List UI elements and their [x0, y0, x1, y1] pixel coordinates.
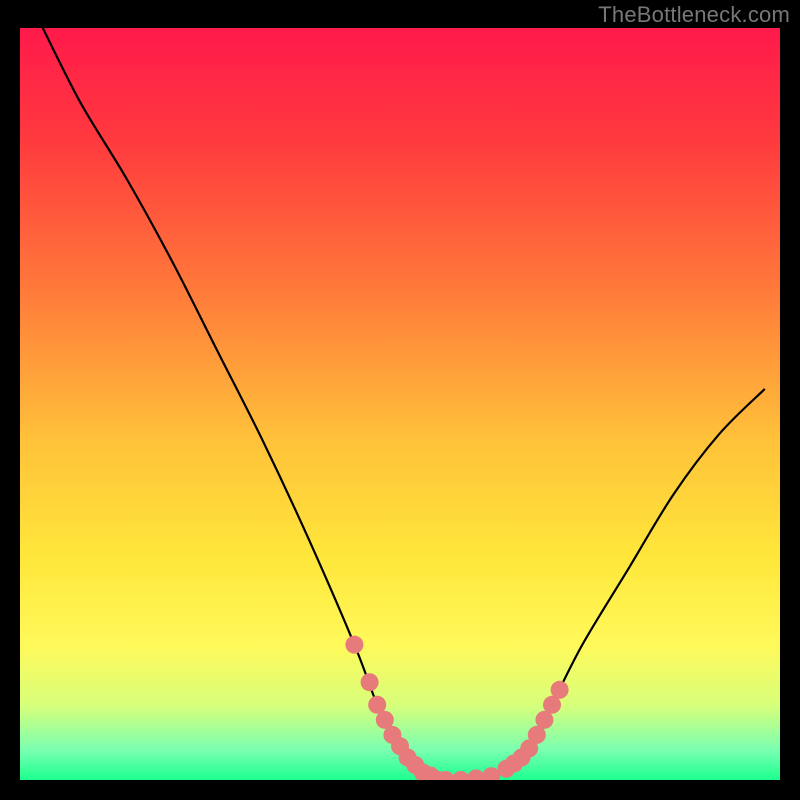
chart-stage: TheBottleneck.com	[0, 0, 800, 800]
highlight-marker	[361, 673, 379, 691]
curve-line	[43, 28, 765, 780]
highlight-marker	[345, 636, 363, 654]
plot-area	[20, 28, 780, 780]
highlight-marker	[551, 681, 569, 699]
highlight-markers	[345, 636, 568, 780]
highlight-marker	[467, 769, 485, 780]
attribution-text: TheBottleneck.com	[598, 2, 790, 28]
chart-overlay	[20, 28, 780, 780]
